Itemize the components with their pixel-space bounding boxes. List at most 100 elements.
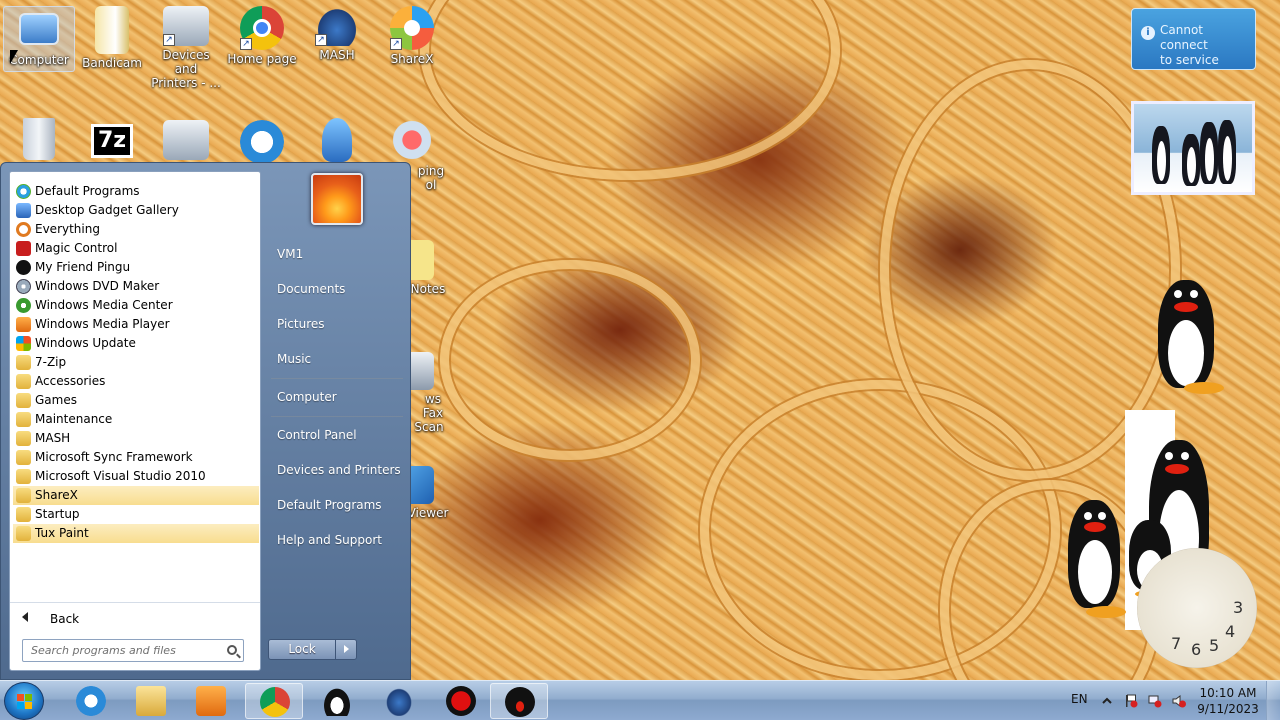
desktop-icon-label-line2: Printers - ... (151, 76, 221, 90)
shutdown-options-arrow-button[interactable] (335, 639, 357, 660)
programs-list: Default Programs Desktop Gadget Gallery … (9, 171, 261, 671)
dvd-maker-icon (16, 279, 31, 294)
program-folder-mash[interactable]: MASH (13, 429, 259, 448)
desktop-icon-7zip[interactable]: 7z (76, 124, 148, 160)
program-windows-dvd-maker[interactable]: Windows DVD Maker (13, 277, 259, 296)
pingu-sprite[interactable] (1154, 280, 1224, 400)
taskbar-time: 10:10 AM (1199, 686, 1257, 700)
start-link-help-support[interactable]: Help and Support (268, 526, 408, 554)
program-folder-maintenance[interactable]: Maintenance (13, 410, 259, 429)
program-default-programs[interactable]: Default Programs (13, 182, 259, 201)
network-icon[interactable] (1148, 694, 1162, 708)
taskbar-my-friend-pingu[interactable] (490, 683, 548, 719)
program-folder-tux-paint[interactable]: Tux Paint (13, 524, 259, 543)
program-windows-media-center[interactable]: Windows Media Center (13, 296, 259, 315)
mash-icon (384, 686, 414, 716)
message-gadget[interactable]: i Cannot connect to service (1131, 8, 1256, 70)
action-center-flag-icon[interactable] (1124, 694, 1138, 708)
program-folder-sharex[interactable]: ShareX (13, 486, 259, 505)
program-windows-media-player[interactable]: Windows Media Player (13, 315, 259, 334)
folder-icon (16, 355, 31, 370)
start-menu: Default Programs Desktop Gadget Gallery … (0, 162, 411, 680)
devices-printers-icon: ↗ (163, 6, 209, 46)
taskbar-tux-paint[interactable] (308, 683, 366, 719)
clock-numeral: 5 (1209, 636, 1220, 655)
clock-gadget[interactable]: 3 4 5 6 7 (1137, 548, 1257, 668)
start-link-devices-printers[interactable]: Devices and Printers (268, 456, 408, 484)
start-link-control-panel[interactable]: Control Panel (268, 421, 408, 449)
program-windows-update[interactable]: Windows Update (13, 334, 259, 353)
pingu-sprite[interactable] (1066, 500, 1136, 620)
language-indicator[interactable]: EN (1071, 692, 1088, 706)
volume-muted-icon[interactable] (1172, 694, 1186, 708)
start-link-user[interactable]: VM1 (268, 240, 408, 268)
start-button[interactable] (4, 682, 44, 720)
windows-logo-icon (17, 694, 33, 710)
taskbar-mash[interactable] (370, 683, 428, 719)
desktop-icon-music[interactable] (301, 118, 373, 164)
show-desktop-button[interactable] (1266, 681, 1280, 720)
start-menu-separator (271, 416, 403, 417)
program-folder-games[interactable]: Games (13, 391, 259, 410)
folder-icon (16, 431, 31, 446)
desktop-icon-internet-explorer[interactable] (226, 120, 298, 166)
taskbar-bandicam[interactable] (432, 683, 490, 719)
desktop-icon-sharex[interactable]: ↗ ShareX (376, 6, 448, 66)
magic-control-icon (16, 241, 31, 256)
media-player-icon (16, 317, 31, 332)
start-link-pictures[interactable]: Pictures (268, 310, 408, 338)
gadget-message-line1: Cannot connect (1160, 23, 1208, 52)
penguin-photo-figure (1200, 122, 1218, 184)
desktop-icon-bandicam[interactable]: Bandicam (76, 6, 148, 70)
desktop-icon-label: MASH (319, 48, 355, 62)
show-hidden-icons-chevron-icon[interactable] (1100, 694, 1114, 708)
penguin-photo-figure (1182, 134, 1200, 186)
lock-button[interactable]: Lock (268, 639, 336, 660)
desktop-icon-recycle-bin[interactable] (3, 118, 75, 162)
taskbar-internet-explorer[interactable] (62, 683, 120, 719)
desktop-icon-devices[interactable] (150, 120, 222, 162)
start-link-documents[interactable]: Documents (268, 275, 408, 303)
program-folder-startup[interactable]: Startup (13, 505, 259, 524)
desktop-icon-devices-printers[interactable]: ↗ Devices and Printers - ... (150, 6, 222, 90)
clock-numeral: 7 (1171, 634, 1182, 653)
start-link-default-programs[interactable]: Default Programs (268, 491, 408, 519)
program-folder-microsoft-sync-framework[interactable]: Microsoft Sync Framework (13, 448, 259, 467)
back-label: Back (50, 612, 80, 626)
user-picture[interactable] (311, 173, 363, 225)
taskbar-chrome[interactable] (245, 683, 303, 719)
record-icon (446, 686, 476, 716)
program-folder-7zip[interactable]: 7-Zip (13, 353, 259, 372)
search-box[interactable] (22, 639, 244, 662)
taskbar-clock[interactable]: 10:10 AM 9/11/2023 (1196, 685, 1260, 717)
media-player-icon (196, 686, 226, 716)
taskbar-date: 9/11/2023 (1197, 702, 1259, 716)
devices-icon (163, 120, 209, 160)
program-desktop-gadget-gallery[interactable]: Desktop Gadget Gallery (13, 201, 259, 220)
start-menu-separator (271, 378, 403, 379)
clock-numeral: 4 (1225, 622, 1236, 641)
desktop-icon-home-page[interactable]: ↗ Home page (226, 6, 298, 66)
taskbar-windows-explorer[interactable] (122, 683, 180, 719)
taskbar: EN 10:10 AM 9/11/2023 (0, 680, 1280, 720)
start-link-computer[interactable]: Computer (268, 383, 408, 411)
program-everything[interactable]: Everything (13, 220, 259, 239)
search-input[interactable] (23, 640, 218, 661)
penguin-photo-figure (1218, 120, 1236, 184)
program-folder-accessories[interactable]: Accessories (13, 372, 259, 391)
program-my-friend-pingu[interactable]: My Friend Pingu (13, 258, 259, 277)
taskbar-media-player[interactable] (182, 683, 240, 719)
slideshow-gadget[interactable] (1131, 101, 1255, 195)
folder-icon (16, 374, 31, 389)
bandicam-icon (95, 6, 129, 54)
desktop-icon-mash[interactable]: ↗ MASH (301, 6, 373, 62)
search-icon[interactable] (227, 645, 237, 655)
desktop-icon-label: Bandicam (82, 56, 142, 70)
chrome-icon (260, 687, 290, 717)
mash-icon: ↗ (315, 6, 359, 46)
program-folder-visual-studio-2010[interactable]: Microsoft Visual Studio 2010 (13, 467, 259, 486)
desktop-icon-label-line1: Devices and (162, 48, 210, 76)
program-magic-control[interactable]: Magic Control (13, 239, 259, 258)
back-button[interactable]: Back (10, 602, 260, 632)
start-link-music[interactable]: Music (268, 345, 408, 373)
